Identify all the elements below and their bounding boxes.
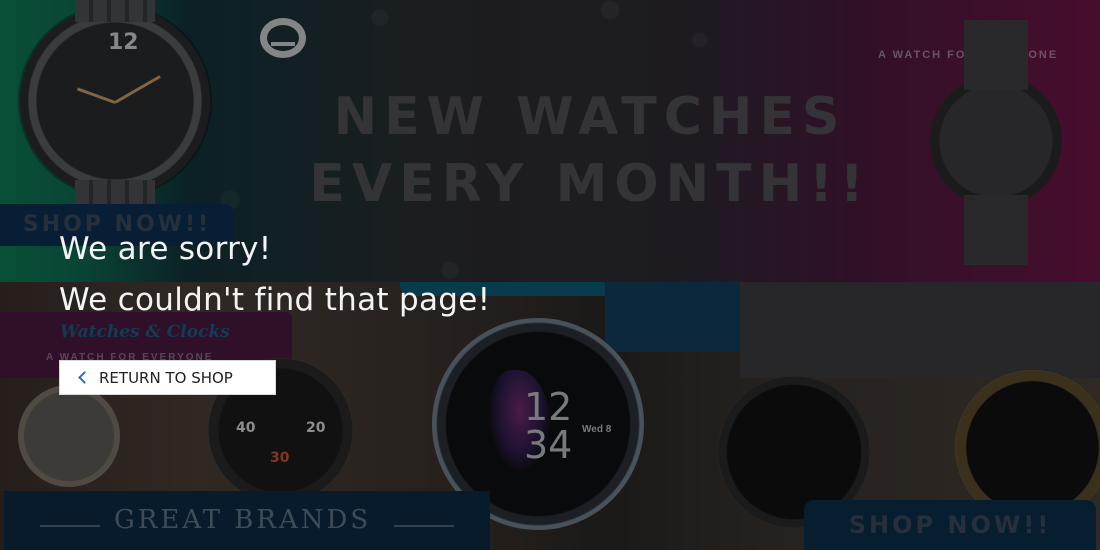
return-to-shop-button[interactable]: RETURN TO SHOP — [59, 360, 276, 395]
error-line-not-found: We couldn't find that page! — [59, 282, 491, 318]
return-to-shop-label: RETURN TO SHOP — [99, 368, 233, 387]
chevron-left-icon — [78, 371, 91, 384]
error-message: We are sorry! We couldn't find that page… — [59, 224, 490, 326]
error-line-sorry: We are sorry! — [59, 231, 272, 267]
